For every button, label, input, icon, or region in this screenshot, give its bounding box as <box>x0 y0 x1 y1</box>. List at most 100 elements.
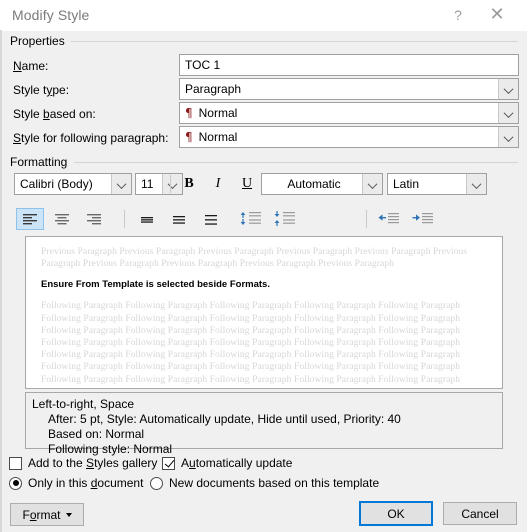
preview-following-line: Following Paragraph Following Paragraph … <box>41 301 461 312</box>
font-family-chevron-down-icon[interactable] <box>111 174 131 194</box>
line-spacing-single-button[interactable] <box>133 208 161 230</box>
style-type-chevron-down-icon[interactable] <box>498 79 518 99</box>
style-based-on-value: Normal <box>198 106 238 120</box>
properties-group-rule <box>70 41 518 42</box>
script-chevron-down-icon[interactable] <box>466 174 486 194</box>
add-to-styles-gallery-label: Add to the Styles gallery <box>28 456 158 470</box>
toolbar-separator-3 <box>124 210 125 228</box>
style-following-chevron-down-icon[interactable] <box>498 127 518 147</box>
font-family-dropdown[interactable]: Calibri (Body) <box>14 173 132 195</box>
name-input[interactable]: TOC 1 <box>179 54 519 76</box>
add-to-styles-gallery-checkbox[interactable]: Add to the Styles gallery <box>9 456 157 470</box>
dialog-left-edge <box>0 30 2 532</box>
line-spacing-1-5-icon <box>173 215 185 224</box>
style-following-dropdown[interactable]: ¶ Normal <box>179 126 519 148</box>
font-color-chevron-down-icon[interactable] <box>362 174 382 194</box>
script-dropdown[interactable]: Latin <box>387 173 487 195</box>
align-center-icon <box>55 213 69 224</box>
style-type-text: Paragraph <box>185 82 242 96</box>
font-size-dropdown[interactable]: 11 <box>135 173 183 195</box>
toolbar-separator-4 <box>366 210 367 228</box>
automatically-update-box[interactable] <box>162 456 175 470</box>
new-documents-radio-mark[interactable] <box>150 476 163 490</box>
bold-button[interactable]: B <box>178 174 200 194</box>
underline-button[interactable]: U <box>236 174 258 194</box>
only-in-this-document-label: Only in this document <box>28 476 144 490</box>
preview-following-line: Following Paragraph Following Paragraph … <box>41 374 461 385</box>
formatting-group-rule <box>74 162 518 163</box>
style-description: Left-to-right, Space After: 5 pt, Style:… <box>25 392 503 456</box>
name-input-value: TOC 1 <box>185 58 221 72</box>
description-line-1: Left-to-right, Space <box>32 397 135 411</box>
decrease-indent-button[interactable] <box>374 207 404 231</box>
preview-following-line: Following Paragraph Following Paragraph … <box>41 313 461 324</box>
help-icon[interactable]: ? <box>443 0 473 29</box>
preview-previous-paragraph: Previous Paragraph Previous Paragraph Pr… <box>41 247 468 270</box>
script-value: Latin <box>393 177 420 191</box>
title-bar: Modify Style ? ✕ <box>0 0 527 31</box>
increase-indent-icon <box>412 213 433 224</box>
align-left-icon <box>23 213 37 224</box>
increase-paragraph-spacing-icon <box>240 212 261 225</box>
style-preview: Previous Paragraph Previous Paragraph Pr… <box>25 236 503 389</box>
only-in-this-document-radio-mark[interactable] <box>9 476 22 490</box>
font-family-value: Calibri (Body) <box>20 177 93 191</box>
align-left-button[interactable] <box>16 208 44 230</box>
add-to-styles-gallery-box[interactable] <box>9 456 22 470</box>
increase-paragraph-spacing-button[interactable] <box>236 207 266 231</box>
increase-indent-button[interactable] <box>408 207 438 231</box>
align-right-button[interactable] <box>80 208 108 230</box>
description-line-3: Based on: Normal <box>48 427 145 441</box>
decrease-indent-icon <box>378 213 399 224</box>
new-documents-radio[interactable]: New documents based on this template <box>150 476 379 490</box>
description-line-4: Following style: Normal <box>48 442 173 456</box>
cancel-button[interactable]: Cancel <box>443 502 517 525</box>
automatically-update-label: Automatically update <box>181 456 293 470</box>
ok-button-label: OK <box>387 506 405 521</box>
name-label: Name: <box>13 59 49 73</box>
formatting-group-label: Formatting <box>10 155 74 169</box>
pilcrow-icon-based-on: ¶ <box>185 106 193 120</box>
style-type-label: Style type: <box>13 83 70 97</box>
decrease-paragraph-spacing-button[interactable] <box>270 207 300 231</box>
description-line-2: After: 5 pt, Style: Automatically update… <box>48 412 401 426</box>
font-color-dropdown[interactable]: Automatic <box>261 173 383 195</box>
format-caret-down-icon <box>65 512 72 517</box>
style-following-label: Style for following paragraph: <box>13 131 169 145</box>
font-color-value: Automatic <box>287 177 341 191</box>
underline-icon: U <box>241 176 253 191</box>
properties-group-label: Properties <box>10 34 71 48</box>
line-spacing-double-button[interactable] <box>197 208 225 230</box>
dialog-title: Modify Style <box>12 7 90 23</box>
italic-button[interactable]: I <box>207 174 229 194</box>
close-icon[interactable]: ✕ <box>475 0 519 29</box>
modify-style-dialog: Modify Style ? ✕ Properties Name: TOC 1 … <box>0 0 527 532</box>
preview-sample-text: Ensure From Template is selected beside … <box>41 279 270 291</box>
line-spacing-double-icon <box>205 214 217 225</box>
style-based-on-chevron-down-icon[interactable] <box>498 103 518 123</box>
preview-following-line: Following Paragraph Following Paragraph … <box>41 362 461 373</box>
preview-following-line: Following Paragraph Following Paragraph … <box>41 338 461 349</box>
automatically-update-checkbox[interactable]: Automatically update <box>162 456 292 470</box>
preview-following-line: Following Paragraph Following Paragraph … <box>41 325 461 336</box>
new-documents-label: New documents based on this template <box>169 476 380 490</box>
ok-button[interactable]: OK <box>359 501 433 526</box>
line-spacing-single-icon <box>141 216 153 223</box>
align-right-icon <box>87 213 101 224</box>
font-size-value: 11 <box>141 177 154 191</box>
italic-icon: I <box>215 176 221 191</box>
cancel-button-label: Cancel <box>461 506 499 521</box>
pilcrow-icon-following: ¶ <box>185 130 193 144</box>
only-in-this-document-radio[interactable]: Only in this document <box>9 476 143 490</box>
preview-following-line: Following Paragraph Following Paragraph … <box>41 350 461 361</box>
decrease-paragraph-spacing-icon <box>274 211 295 226</box>
align-center-button[interactable] <box>48 208 76 230</box>
line-spacing-onepointfive-button[interactable] <box>165 208 193 230</box>
style-based-on-dropdown[interactable]: ¶ Normal <box>179 102 519 124</box>
toolbar-separator-1 <box>170 175 171 193</box>
format-button[interactable]: Format <box>10 503 84 526</box>
format-button-label: Format <box>22 507 61 522</box>
style-type-dropdown[interactable]: Paragraph <box>179 78 519 100</box>
bold-icon: B <box>184 176 194 191</box>
style-based-on-label: Style based on: <box>13 107 96 121</box>
